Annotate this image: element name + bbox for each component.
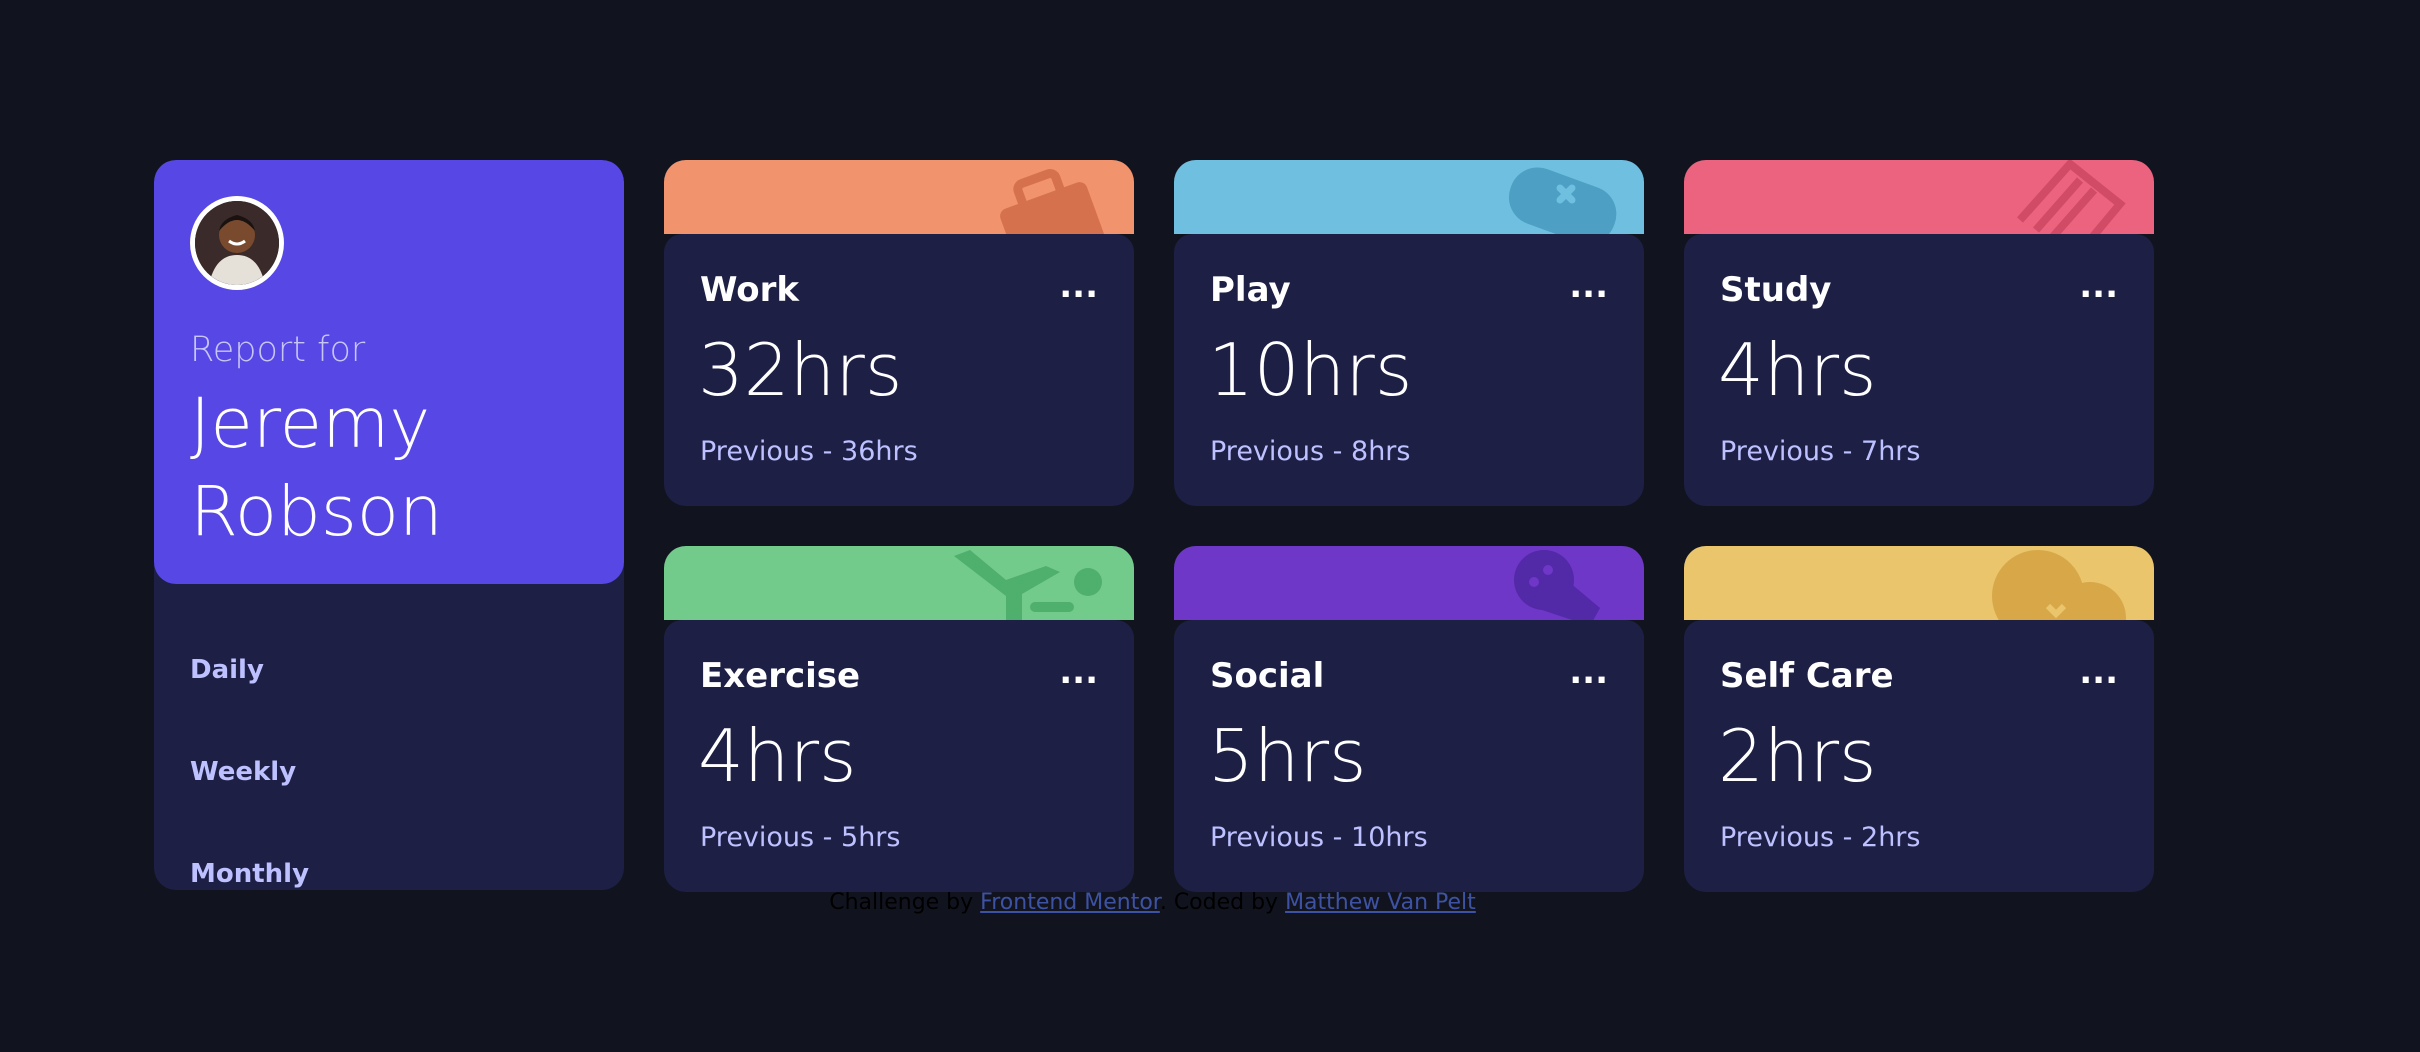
card-body: Work ... 32hrs Previous - 36hrs — [664, 234, 1134, 506]
attribution-prefix: Challenge by — [829, 890, 974, 915]
card-title: Study — [1720, 270, 1832, 310]
current-hours: 32hrs — [698, 328, 903, 412]
current-hours: 5hrs — [1208, 714, 1367, 798]
book-icon — [2017, 160, 2126, 234]
user-name: Jeremy Robson — [190, 384, 443, 552]
profile-panel: Report for Jeremy Robson Daily Weekly Mo… — [154, 160, 624, 890]
ellipsis-menu-icon[interactable]: ... — [2079, 652, 2118, 692]
card-band — [1174, 546, 1644, 620]
briefcase-icon — [1000, 169, 1107, 234]
current-hours: 10hrs — [1208, 328, 1413, 412]
heart-icon — [1992, 550, 2126, 620]
period-weekly[interactable]: Weekly — [190, 757, 296, 787]
previous-hours: Previous - 10hrs — [1210, 822, 1428, 853]
card-body: Social ... 5hrs Previous - 10hrs — [1174, 620, 1644, 892]
ellipsis-menu-icon[interactable]: ... — [1059, 266, 1098, 306]
previous-hours: Previous - 8hrs — [1210, 436, 1411, 467]
frontend-mentor-link[interactable]: Frontend Mentor — [980, 890, 1160, 915]
ellipsis-menu-icon[interactable]: ... — [2079, 266, 2118, 306]
ellipsis-menu-icon[interactable]: ... — [1569, 652, 1608, 692]
period-daily[interactable]: Daily — [190, 655, 264, 685]
card-body: Self Care ... 2hrs Previous - 2hrs — [1684, 620, 2154, 892]
card-band — [1684, 546, 2154, 620]
previous-hours: Previous - 2hrs — [1720, 822, 1921, 853]
report-for-label: Report for — [190, 330, 366, 370]
current-hours: 4hrs — [1718, 328, 1877, 412]
card-title: Play — [1210, 270, 1291, 310]
card-social: Social ... 5hrs Previous - 10hrs — [1174, 546, 1644, 892]
card-title: Exercise — [700, 656, 861, 696]
card-study: Study ... 4hrs Previous - 7hrs — [1684, 160, 2154, 506]
author-link[interactable]: Matthew Van Pelt — [1285, 890, 1476, 915]
card-work: Work ... 32hrs Previous - 36hrs — [664, 160, 1134, 506]
card-body: Study ... 4hrs Previous - 7hrs — [1684, 234, 2154, 506]
card-title: Social — [1210, 656, 1325, 696]
gamepad-icon — [1508, 167, 1617, 234]
current-hours: 4hrs — [698, 714, 857, 798]
card-title: Self Care — [1720, 656, 1894, 696]
card-exercise: Exercise ... 4hrs Previous - 5hrs — [664, 546, 1134, 892]
attribution-middle: . Coded by — [1159, 890, 1279, 915]
card-band — [664, 546, 1134, 620]
previous-hours: Previous - 7hrs — [1720, 436, 1921, 467]
card-play: Play ... 10hrs Previous - 8hrs — [1174, 160, 1644, 506]
card-band — [1174, 160, 1644, 234]
card-body: Play ... 10hrs Previous - 8hrs — [1174, 234, 1644, 506]
ellipsis-menu-icon[interactable]: ... — [1059, 652, 1098, 692]
previous-hours: Previous - 36hrs — [700, 436, 918, 467]
avatar-photo-icon — [195, 201, 279, 285]
period-monthly[interactable]: Monthly — [190, 859, 309, 889]
attribution: Challenge by Frontend Mentor. Coded by M… — [0, 890, 2305, 915]
card-body: Exercise ... 4hrs Previous - 5hrs — [664, 620, 1134, 892]
chat-bubble-icon — [1514, 550, 1600, 620]
running-icon — [954, 550, 1102, 620]
card-title: Work — [700, 270, 800, 310]
ellipsis-menu-icon[interactable]: ... — [1569, 266, 1608, 306]
current-hours: 2hrs — [1718, 714, 1877, 798]
previous-hours: Previous - 5hrs — [700, 822, 901, 853]
card-self-care: Self Care ... 2hrs Previous - 2hrs — [1684, 546, 2154, 892]
profile-header: Report for Jeremy Robson — [154, 160, 624, 584]
avatar — [190, 196, 284, 290]
card-band — [664, 160, 1134, 234]
card-band — [1684, 160, 2154, 234]
